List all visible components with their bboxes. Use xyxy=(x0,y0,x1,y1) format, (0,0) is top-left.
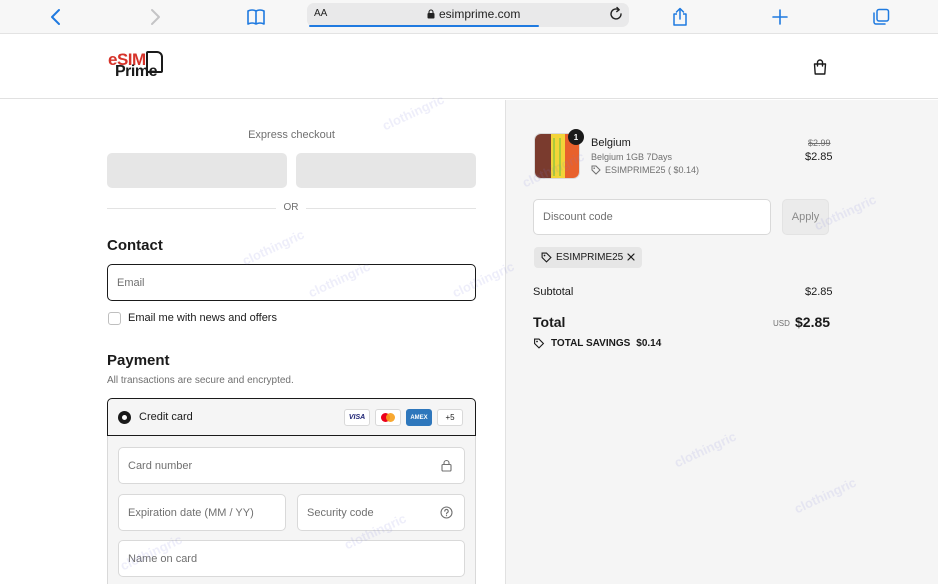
subtotal-label: Subtotal xyxy=(533,286,574,298)
lock-icon xyxy=(441,459,452,472)
more-card-brands-badge: +5 xyxy=(437,409,463,426)
name-on-card-placeholder: Name on card xyxy=(128,552,198,565)
forward-chevron-icon[interactable] xyxy=(143,5,167,29)
product-discount-line: ESIMPRIME25 ( $0.14) xyxy=(591,165,699,175)
address-bar[interactable]: AA esimprime.com xyxy=(307,3,629,27)
express-checkout-label: Express checkout xyxy=(248,129,335,141)
help-question-icon[interactable] xyxy=(440,506,453,519)
express-pay-button-2[interactable] xyxy=(296,153,476,188)
apply-discount-button[interactable]: Apply xyxy=(782,199,829,235)
esim-prime-logo[interactable]: eSIM Prime xyxy=(108,50,166,84)
page-load-progress xyxy=(309,25,539,27)
bookmarks-book-icon[interactable] xyxy=(244,5,268,29)
or-separator: OR xyxy=(276,202,306,213)
quantity-badge: 1 xyxy=(568,129,584,145)
currency-code: USD xyxy=(773,319,790,328)
newsletter-checkbox[interactable] xyxy=(108,312,121,325)
total-savings-label: TOTAL SAVINGS xyxy=(551,338,631,349)
name-on-card-field[interactable]: Name on card xyxy=(118,540,465,577)
express-pay-button-1[interactable] xyxy=(107,153,287,188)
discount-code-placeholder: Discount code xyxy=(543,211,613,223)
remove-discount-close-icon[interactable] xyxy=(626,252,636,262)
product-variant: Belgium 1GB 7Days xyxy=(591,152,673,162)
new-tab-plus-icon[interactable] xyxy=(768,5,792,29)
security-code-field[interactable]: Security code xyxy=(297,494,465,531)
email-placeholder: Email xyxy=(117,276,145,289)
tabs-overview-icon[interactable] xyxy=(869,5,893,29)
reader-text-size-button[interactable]: AA xyxy=(314,8,327,19)
security-code-placeholder: Security code xyxy=(307,506,374,519)
total-label: Total xyxy=(533,314,566,330)
discount-code-input[interactable]: Discount code xyxy=(533,199,771,235)
site-header: eSIM Prime xyxy=(0,35,938,99)
applied-discount-chip: ESIMPRIME25 xyxy=(534,247,642,268)
product-price: $2.85 xyxy=(805,151,833,163)
mastercard-icon xyxy=(375,409,401,426)
payment-subtitle: All transactions are secure and encrypte… xyxy=(107,375,294,386)
visa-icon: VISA xyxy=(344,409,370,426)
applied-code-text: ESIMPRIME25 xyxy=(556,252,624,263)
total-value: $2.85 xyxy=(795,314,831,330)
total-savings-value: $0.14 xyxy=(636,338,662,349)
subtotal-value: $2.85 xyxy=(805,286,833,298)
original-price: $2.99 xyxy=(808,138,831,148)
lock-icon xyxy=(427,9,435,19)
card-number-field[interactable]: Card number xyxy=(118,447,465,484)
expiration-date-field[interactable]: Expiration date (MM / YY) xyxy=(118,494,286,531)
tag-icon xyxy=(541,252,552,263)
tag-icon xyxy=(534,338,545,349)
tag-icon xyxy=(591,165,601,175)
credit-card-radio[interactable] xyxy=(118,411,131,424)
share-icon[interactable] xyxy=(668,5,692,29)
newsletter-label: Email me with news and offers xyxy=(128,312,277,324)
reload-icon[interactable] xyxy=(608,6,624,27)
credit-card-label: Credit card xyxy=(139,411,193,423)
watermark: clothingric xyxy=(239,226,307,269)
credit-card-option[interactable]: Credit card VISA AMEX +5 xyxy=(107,398,476,436)
email-field[interactable]: Email xyxy=(107,264,476,301)
url-text: esimprime.com xyxy=(439,7,521,21)
amex-icon: AMEX xyxy=(406,409,432,426)
contact-title: Contact xyxy=(107,237,163,254)
back-chevron-icon[interactable] xyxy=(44,5,68,29)
shopping-bag-icon[interactable] xyxy=(811,58,829,76)
card-number-placeholder: Card number xyxy=(128,459,193,472)
expiration-placeholder: Expiration date (MM / YY) xyxy=(128,506,254,519)
total-savings-row: TOTAL SAVINGS $0.14 xyxy=(533,338,661,349)
product-name: Belgium xyxy=(591,137,631,149)
payment-title: Payment xyxy=(107,352,170,369)
browser-toolbar: AA esimprime.com xyxy=(0,0,938,34)
